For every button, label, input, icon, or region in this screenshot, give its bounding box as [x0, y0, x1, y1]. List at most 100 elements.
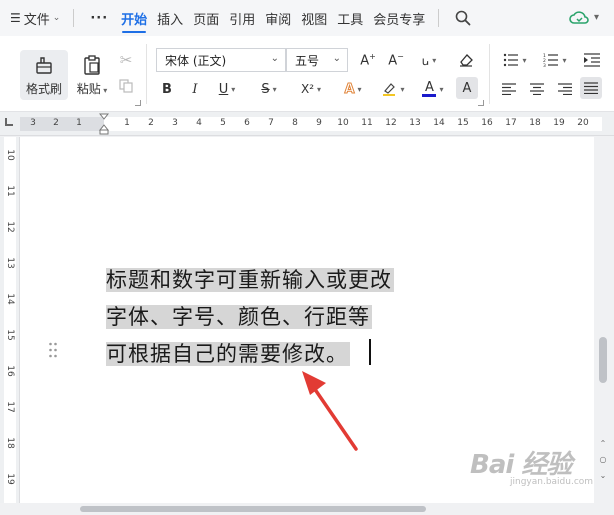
horizontal-scroll-thumb[interactable] [80, 506, 426, 512]
font-color-icon: A [422, 81, 437, 97]
document-page[interactable]: 标题和数字可重新输入或更改 字体、字号、颜色、行距等 可根据自己的需要修改。 B… [20, 137, 594, 503]
format-painter-button[interactable]: 格式刷 [20, 50, 68, 100]
horizontal-ruler[interactable]: 3 2 1 1 2 3 4 5 6 7 8 9 10 11 12 13 14 1… [0, 112, 614, 136]
tab-page[interactable]: 页面 [188, 0, 224, 36]
red-arrow-annotation [302, 371, 358, 451]
selected-text[interactable]: 标题和数字可重新输入或更改 [106, 268, 394, 292]
shrink-font-button[interactable]: A− [386, 49, 406, 71]
file-menu-label: 文件 [23, 12, 50, 28]
ruler-number: 13 [5, 257, 15, 269]
ruler-number: 4 [196, 118, 202, 128]
font-group-expander[interactable] [478, 100, 484, 106]
phonetic-guide-button[interactable]: ꭎ ▾ [414, 49, 444, 71]
text-effect-icon: A [344, 81, 355, 97]
highlighter-icon [383, 83, 396, 96]
select-browse-object-icon[interactable]: ○ [597, 453, 609, 465]
indent-button[interactable] [580, 49, 604, 71]
copy-button[interactable] [116, 76, 136, 96]
ruler-number: 1 [124, 118, 130, 128]
superscript-button[interactable]: X² ▾ [296, 78, 326, 100]
ruler-number: 19 [553, 118, 565, 128]
next-page-icon[interactable]: ⌄ [597, 469, 609, 481]
cut-button[interactable]: ✂ [116, 50, 136, 70]
clear-format-button[interactable] [456, 49, 476, 71]
vertical-scroll-thumb[interactable] [599, 337, 607, 383]
clipboard-group-expander[interactable] [135, 100, 141, 106]
menu-bar: ☰ 文件 ⌄ ··· 开始 插入 页面 引用 审阅 视图 工具 会员专享 ▾ [0, 0, 614, 36]
selected-text[interactable]: 字体、字号、颜色、行距等 [106, 305, 372, 329]
ruler-number: 5 [220, 118, 226, 128]
search-button[interactable] [447, 0, 479, 36]
text-effect-button[interactable]: A ▾ [338, 78, 368, 100]
ruler-number: 15 [5, 329, 15, 341]
font-size-value: 五号 [295, 53, 320, 68]
horizontal-scrollbar[interactable] [0, 503, 614, 515]
strikethrough-button[interactable]: S ▾ [254, 78, 284, 100]
numbered-list-icon: 1 2 3 [543, 53, 559, 67]
format-brush-icon [36, 56, 52, 74]
character-shading-button[interactable]: A [456, 77, 478, 99]
ruler-number: 16 [5, 365, 15, 377]
superscript-icon: X² [300, 82, 314, 96]
drag-handle-icon[interactable] [48, 342, 58, 358]
bold-button[interactable]: B [158, 78, 176, 100]
selected-text[interactable]: 可根据自己的需要修改。 [106, 342, 350, 366]
font-size-select[interactable]: 五号 ⌄ [286, 48, 348, 72]
menu-divider [73, 9, 75, 27]
justify-button[interactable] [580, 77, 602, 99]
bullet-list-icon [504, 53, 519, 67]
underline-button[interactable]: U ▾ [212, 78, 242, 100]
vertical-ruler[interactable]: 10 11 12 13 14 15 16 17 18 19 [0, 137, 20, 503]
tab-tools[interactable]: 工具 [332, 0, 368, 36]
indent-marker[interactable] [99, 113, 109, 135]
chevron-down-icon: ⌄ [332, 53, 341, 64]
clipboard-icon [84, 54, 100, 75]
ruler-number: 10 [5, 149, 15, 161]
chevron-down-icon[interactable]: ▾ [594, 12, 599, 23]
align-center-icon [530, 83, 544, 95]
ruler-number: 17 [505, 118, 517, 128]
tab-references[interactable]: 引用 [224, 0, 260, 36]
align-right-button[interactable] [556, 78, 574, 100]
paste-button[interactable]: 粘贴 ▾ [72, 50, 112, 100]
tab-stop-selector[interactable] [5, 118, 13, 126]
file-menu[interactable]: ☰ 文件 ⌄ [0, 0, 65, 36]
tab-view[interactable]: 视图 [296, 0, 332, 36]
bullets-button[interactable]: ▾ [500, 49, 530, 71]
ruler-number: 12 [5, 221, 15, 233]
ruler-number: 12 [385, 118, 397, 128]
highlight-button[interactable]: ▾ [378, 78, 408, 100]
align-left-icon [502, 83, 516, 95]
previous-page-icon[interactable]: ⌃ [597, 437, 609, 449]
justify-icon [584, 82, 598, 94]
more-menu[interactable]: ··· [82, 0, 116, 36]
hamburger-icon: ☰ [10, 11, 21, 25]
ribbon-divider [489, 44, 490, 104]
ruler-number: 14 [5, 293, 15, 305]
tab-insert[interactable]: 插入 [152, 0, 188, 36]
align-left-button[interactable] [500, 78, 518, 100]
scissors-icon: ✂ [119, 51, 133, 69]
cloud-sync-icon[interactable] [568, 7, 590, 29]
ruler-number: 9 [316, 118, 322, 128]
shrink-font-icon: A− [388, 51, 404, 69]
tab-home[interactable]: 开始 [116, 0, 152, 36]
tab-member[interactable]: 会员专享 [368, 0, 430, 36]
font-color-button[interactable]: A ▾ [418, 78, 448, 100]
underline-icon: U [218, 81, 229, 97]
align-center-button[interactable] [528, 78, 546, 100]
ruler-number: 3 [172, 118, 178, 128]
vertical-scrollbar[interactable]: ⌃ ○ ⌄ [594, 137, 614, 503]
grow-font-button[interactable]: A+ [358, 49, 378, 71]
chevron-down-icon: ⌄ [52, 13, 61, 23]
ruler-number: 11 [361, 118, 373, 128]
numbering-button[interactable]: 1 2 3 ▾ [540, 49, 570, 71]
font-family-select[interactable]: 宋体 (正文) ⌄ [156, 48, 286, 72]
document-line[interactable]: 标题和数字可重新输入或更改 [106, 265, 394, 295]
tab-review[interactable]: 审阅 [260, 0, 296, 36]
ruler-number: 1 [76, 118, 82, 128]
copy-icon [119, 79, 133, 93]
document-line[interactable]: 字体、字号、颜色、行距等 [106, 302, 372, 332]
ruler-number: 17 [5, 401, 15, 413]
italic-button[interactable]: I [186, 78, 204, 100]
